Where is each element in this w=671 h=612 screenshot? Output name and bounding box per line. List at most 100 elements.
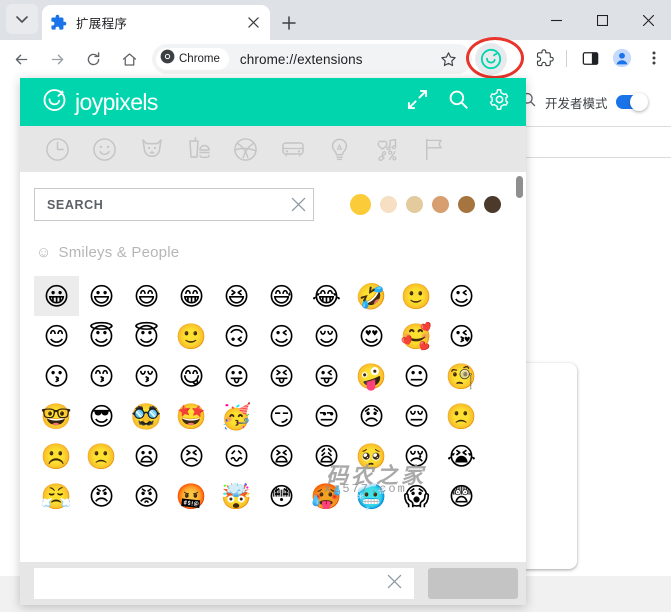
- emoji-cell[interactable]: 😝: [259, 356, 304, 396]
- settings-gear-icon[interactable]: [489, 89, 510, 115]
- emoji-cell[interactable]: 🥳: [214, 396, 259, 436]
- emoji-cell[interactable]: 😖: [214, 436, 259, 476]
- emoji-cell[interactable]: 🥶: [349, 476, 394, 516]
- skin-tone-dark[interactable]: [484, 196, 501, 213]
- emoji-cell[interactable]: 🥰: [394, 316, 439, 356]
- emoji-cell[interactable]: 😜: [304, 356, 349, 396]
- emoji-cell[interactable]: 🤯: [214, 476, 259, 516]
- emoji-cell[interactable]: 😉: [259, 316, 304, 356]
- emoji-cell[interactable]: 😂: [304, 276, 349, 316]
- category-symbols[interactable]: [363, 126, 410, 172]
- close-icon[interactable]: [244, 14, 262, 32]
- profile-avatar-icon[interactable]: [607, 43, 637, 73]
- reload-button[interactable]: [78, 44, 108, 74]
- emoji-cell[interactable]: 😆: [214, 276, 259, 316]
- emoji-cell[interactable]: ☹️: [34, 436, 79, 476]
- window-maximize-button[interactable]: [579, 0, 625, 40]
- emoji-cell[interactable]: 😉: [439, 276, 484, 316]
- emoji-cell[interactable]: 😗: [34, 356, 79, 396]
- emoji-cell[interactable]: 😏: [259, 396, 304, 436]
- emoji-search-input[interactable]: SEARCH: [34, 188, 314, 221]
- skin-tone-medium-light[interactable]: [406, 196, 423, 213]
- emoji-cell[interactable]: 🙁: [79, 436, 124, 476]
- emoji-cell[interactable]: 😤: [34, 476, 79, 516]
- emoji-cell[interactable]: 😢: [394, 436, 439, 476]
- emoji-cell[interactable]: 😊: [34, 316, 79, 356]
- emoji-cell[interactable]: 😇: [79, 316, 124, 356]
- side-panel-icon[interactable]: [575, 43, 605, 73]
- footer-input[interactable]: [34, 568, 414, 599]
- search-icon[interactable]: [448, 89, 469, 115]
- emoji-cell[interactable]: 🤪: [349, 356, 394, 396]
- footer-clear-icon[interactable]: [387, 574, 402, 594]
- emoji-cell[interactable]: 😁: [169, 276, 214, 316]
- emoji-cell[interactable]: 🤣: [349, 276, 394, 316]
- developer-mode-toggle[interactable]: [615, 93, 648, 111]
- emoji-cell[interactable]: 🤓: [34, 396, 79, 436]
- emoji-cell[interactable]: 🥵: [304, 476, 349, 516]
- clear-search-icon[interactable]: [283, 197, 313, 212]
- emoji-cell[interactable]: 😘: [439, 316, 484, 356]
- skin-tone-light[interactable]: [380, 196, 397, 213]
- emoji-cell[interactable]: 😠: [79, 476, 124, 516]
- skin-tone-default[interactable]: [350, 194, 371, 215]
- back-button[interactable]: [6, 44, 36, 74]
- emoji-cell[interactable]: 😳: [259, 476, 304, 516]
- emoji-cell[interactable]: 😞: [349, 396, 394, 436]
- emoji-cell[interactable]: 😀: [34, 276, 79, 316]
- emoji-cell[interactable]: 😃: [79, 276, 124, 316]
- skin-tone-medium-dark[interactable]: [458, 196, 475, 213]
- emoji-cell[interactable]: 🥺: [349, 436, 394, 476]
- emoji-scrollbar[interactable]: [515, 172, 524, 562]
- footer-action-button[interactable]: [428, 568, 518, 599]
- category-animals-nature[interactable]: [128, 126, 175, 172]
- category-recent[interactable]: [34, 126, 81, 172]
- new-tab-button[interactable]: [276, 10, 302, 36]
- emoji-cell[interactable]: 😌: [304, 316, 349, 356]
- emoji-cell[interactable]: 😙: [79, 356, 124, 396]
- emoji-cell[interactable]: 😱: [394, 476, 439, 516]
- emoji-cell[interactable]: 😛: [214, 356, 259, 396]
- emoji-cell[interactable]: 🙃: [214, 316, 259, 356]
- category-food-drink[interactable]: [175, 126, 222, 172]
- emoji-cell[interactable]: 🙂: [394, 276, 439, 316]
- emoji-cell[interactable]: 😇: [124, 316, 169, 356]
- emoji-cell[interactable]: 😭: [439, 436, 484, 476]
- emoji-cell[interactable]: 😎: [79, 396, 124, 436]
- emoji-cell[interactable]: 🧐: [439, 356, 484, 396]
- emoji-cell[interactable]: 😦: [124, 436, 169, 476]
- category-objects[interactable]: [316, 126, 363, 172]
- emoji-cell[interactable]: 😐: [394, 356, 439, 396]
- emoji-cell[interactable]: 😫: [259, 436, 304, 476]
- emoji-cell[interactable]: 🥸: [124, 396, 169, 436]
- emoji-cell[interactable]: 😍: [349, 316, 394, 356]
- emoji-cell[interactable]: 😋: [169, 356, 214, 396]
- category-activities[interactable]: [222, 126, 269, 172]
- expand-icon[interactable]: [407, 89, 428, 115]
- browser-tab[interactable]: 扩展程序: [42, 5, 270, 40]
- emoji-scrollbar-thumb[interactable]: [516, 176, 523, 198]
- category-flags[interactable]: [410, 126, 457, 172]
- emoji-cell[interactable]: 😄: [124, 276, 169, 316]
- emoji-cell[interactable]: 🙂: [169, 316, 214, 356]
- emoji-cell[interactable]: 🤩: [169, 396, 214, 436]
- window-minimize-button[interactable]: [533, 0, 579, 40]
- emoji-cell[interactable]: 🙁: [439, 396, 484, 436]
- emoji-cell[interactable]: 😣: [169, 436, 214, 476]
- bookmark-star-icon[interactable]: [436, 47, 460, 71]
- category-smileys-people[interactable]: [81, 126, 128, 172]
- emoji-cell[interactable]: 😅: [259, 276, 304, 316]
- home-button[interactable]: [114, 44, 144, 74]
- more-menu-icon[interactable]: [639, 43, 669, 73]
- skin-tone-medium[interactable]: [432, 196, 449, 213]
- emoji-cell[interactable]: 😡: [124, 476, 169, 516]
- emoji-cell[interactable]: 😔: [394, 396, 439, 436]
- forward-button[interactable]: [42, 44, 72, 74]
- emoji-cell[interactable]: 😨: [439, 476, 484, 516]
- tab-search-button[interactable]: [6, 4, 38, 34]
- joypixels-extension-icon[interactable]: [475, 43, 507, 75]
- emoji-cell[interactable]: 🤬: [169, 476, 214, 516]
- emoji-cell[interactable]: 😚: [124, 356, 169, 396]
- window-close-button[interactable]: [625, 0, 671, 40]
- emoji-cell[interactable]: 😒: [304, 396, 349, 436]
